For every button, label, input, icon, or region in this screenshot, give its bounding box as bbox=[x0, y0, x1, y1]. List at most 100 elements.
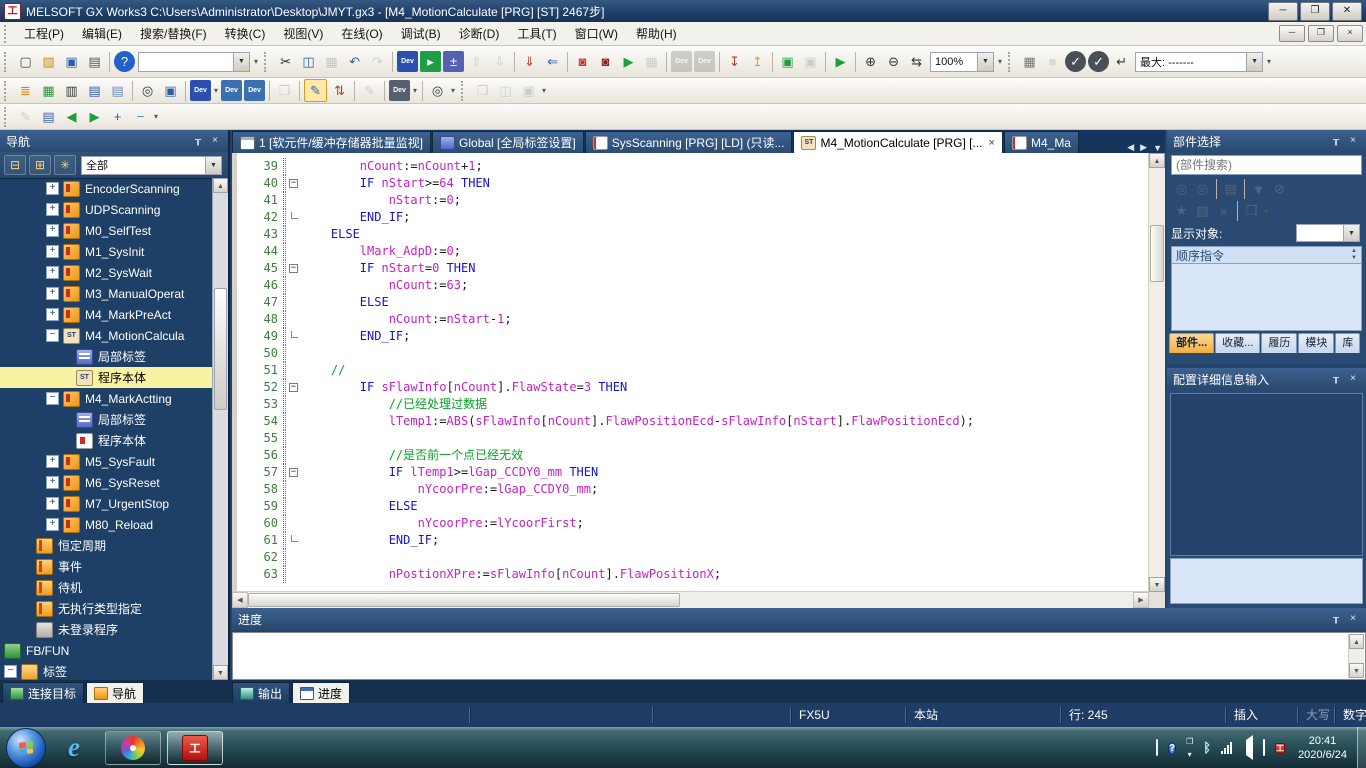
minimize-button[interactable]: ─ bbox=[1268, 2, 1298, 21]
toolbar-overflow-icon[interactable]: ▾ bbox=[413, 86, 417, 95]
fold-collapse-icon[interactable]: − bbox=[289, 383, 298, 392]
tree-item-[interactable]: 程序本体 bbox=[0, 430, 213, 451]
collapse-box-icon[interactable]: − bbox=[4, 665, 17, 678]
tree-item-m1_sysinit[interactable]: +M1_SysInit bbox=[0, 241, 213, 262]
dropdown-arrow-icon[interactable]: ▼ bbox=[233, 53, 249, 71]
scroll-left-icon[interactable]: ◀ bbox=[232, 592, 248, 608]
cross-reference-icon[interactable]: ◎ bbox=[137, 80, 158, 101]
module-configuration-icon[interactable]: ▦ bbox=[38, 80, 59, 101]
expand-box-icon[interactable]: + bbox=[46, 182, 59, 195]
zoom-fit-icon[interactable]: ⇆ bbox=[906, 51, 927, 72]
program-check-icon[interactable]: ▦ bbox=[1019, 51, 1040, 72]
zoom-in-icon[interactable]: ⊕ bbox=[860, 51, 881, 72]
tab-scroll-left-icon[interactable]: ◀ bbox=[1127, 142, 1134, 153]
expand-box-icon[interactable]: + bbox=[46, 455, 59, 468]
expand-box-icon[interactable]: + bbox=[46, 245, 59, 258]
dropdown-arrow-icon[interactable]: ▼ bbox=[1343, 225, 1359, 241]
tree-item-[interactable]: 未登录程序 bbox=[0, 619, 213, 640]
code-line-50[interactable]: 50 bbox=[232, 345, 1149, 362]
input-method-icon[interactable] bbox=[1156, 741, 1158, 754]
close-button[interactable]: ✕ bbox=[1332, 2, 1362, 21]
editor-tab[interactable]: M4_Ma bbox=[1004, 131, 1079, 153]
code-line-63[interactable]: 63nPostionXPre:=sFlawInfo[nCount].FlawPo… bbox=[232, 566, 1149, 583]
zoom-out-icon[interactable]: ⊖ bbox=[883, 51, 904, 72]
editor-horizontal-scrollbar[interactable]: ◀ ▶ bbox=[232, 591, 1149, 608]
menu-d[interactable]: 诊断(D) bbox=[450, 21, 509, 46]
toolbar-overflow-icon[interactable]: ▾ bbox=[1267, 57, 1271, 66]
tree-item-[interactable]: 待机 bbox=[0, 577, 213, 598]
device-search-icon[interactable]: ◎ bbox=[427, 80, 448, 101]
bluetooth-icon[interactable]: ᛒ bbox=[1203, 741, 1211, 754]
code-line-42[interactable]: 42END_IF; bbox=[232, 209, 1149, 226]
gx-tray-icon[interactable]: 工 bbox=[1275, 740, 1285, 756]
mdi-minimize-button[interactable]: ─ bbox=[1279, 25, 1305, 42]
tree-item-[interactable]: −标签 bbox=[0, 661, 213, 680]
close-icon[interactable]: × bbox=[1346, 612, 1360, 626]
menu-v[interactable]: 视图(V) bbox=[274, 21, 332, 46]
tree-item-m80_reload[interactable]: +M80_Reload bbox=[0, 514, 213, 535]
toolbar-grip[interactable] bbox=[264, 52, 270, 72]
device-batch-monitor-icon[interactable]: Dev bbox=[397, 51, 418, 72]
tree-item-m6_sysreset[interactable]: +M6_SysReset bbox=[0, 472, 213, 493]
convert-check-all-icon[interactable]: ✓ bbox=[1088, 51, 1109, 72]
menu-t[interactable]: 工具(T) bbox=[508, 21, 565, 46]
parts-tab-履历[interactable]: 履历 bbox=[1261, 333, 1297, 353]
menu-f[interactable]: 搜索/替换(F) bbox=[131, 21, 216, 46]
convert-check-icon[interactable]: ✓ bbox=[1065, 51, 1086, 72]
toolbar-grip[interactable] bbox=[461, 81, 467, 101]
convert-enter-icon[interactable]: ↵ bbox=[1111, 51, 1132, 72]
dock-tab-out[interactable]: 输出 bbox=[232, 682, 290, 703]
close-icon[interactable]: × bbox=[1346, 372, 1360, 386]
element-list-header[interactable]: 顺序指令 ▲▼ bbox=[1171, 246, 1362, 264]
element-list[interactable] bbox=[1171, 264, 1362, 331]
menu-b[interactable]: 调试(B) bbox=[392, 21, 450, 46]
taskbar-clock[interactable]: 20:41 2020/6/24 bbox=[1298, 734, 1347, 762]
editor-vertical-scrollbar[interactable]: ▲ ▼ bbox=[1148, 153, 1165, 592]
write-to-plc-icon[interactable]: ⇓ bbox=[519, 51, 540, 72]
config-detail-input[interactable] bbox=[1170, 558, 1363, 604]
code-line-48[interactable]: 48nCount:=nStart-1; bbox=[232, 311, 1149, 328]
nav-scroll-thumb[interactable] bbox=[214, 288, 227, 410]
toolbar-overflow-icon[interactable]: ▾ bbox=[214, 86, 218, 95]
parts-tab-收藏[interactable]: 收藏... bbox=[1215, 333, 1260, 353]
toolbar-grip[interactable] bbox=[1008, 52, 1014, 72]
scroll-down-icon[interactable]: ▼ bbox=[213, 665, 228, 680]
scroll-up-icon[interactable]: ▲ bbox=[1349, 634, 1364, 649]
maximize-button[interactable]: ❐ bbox=[1300, 2, 1330, 21]
menu-e[interactable]: 编辑(E) bbox=[73, 21, 131, 46]
tree-collapse-icon[interactable]: ⊟ bbox=[4, 155, 26, 175]
tray-expand-icon[interactable]: ❐▾ bbox=[1186, 735, 1193, 761]
tree-item-m0_selftest[interactable]: +M0_SelfTest bbox=[0, 220, 213, 241]
code-line-53[interactable]: 53//已经处理过数据 bbox=[232, 396, 1149, 413]
menu-p[interactable]: 工程(P) bbox=[15, 21, 73, 46]
close-icon[interactable]: × bbox=[1346, 134, 1360, 148]
toolbar-overflow-icon[interactable]: ▾ bbox=[451, 86, 455, 95]
expand-box-icon[interactable]: + bbox=[46, 224, 59, 237]
editor-tab[interactable]: STM4_MotionCalculate [PRG] [...× bbox=[793, 131, 1003, 153]
scroll-right-icon[interactable]: ▶ bbox=[1133, 592, 1149, 608]
help-tray-icon[interactable]: ? bbox=[1168, 740, 1176, 756]
editor-tab[interactable]: Global [全局标签设置] bbox=[432, 131, 584, 153]
simulation-start-icon[interactable]: ▶ bbox=[830, 51, 851, 72]
doc-download-icon[interactable]: ↧ bbox=[724, 51, 745, 72]
action-center-icon[interactable] bbox=[1263, 741, 1265, 754]
expand-box-icon[interactable]: + bbox=[46, 476, 59, 489]
fold-collapse-icon[interactable]: − bbox=[289, 179, 298, 188]
parts-tab-库[interactable]: 库 bbox=[1335, 333, 1360, 353]
volume-icon[interactable] bbox=[1246, 741, 1253, 754]
max-combo[interactable]: 最大: -------▼ bbox=[1135, 52, 1263, 72]
tree-item-fbfun[interactable]: FB/FUN bbox=[0, 640, 213, 661]
pin-icon[interactable]: ┰ bbox=[191, 134, 205, 148]
tab-list-dropdown-icon[interactable]: ▼ bbox=[1153, 143, 1162, 153]
menu-c[interactable]: 转换(C) bbox=[216, 21, 275, 46]
scroll-up-icon[interactable]: ▲ bbox=[213, 178, 228, 193]
tree-item-m4_markpreact[interactable]: +M4_MarkPreAct bbox=[0, 304, 213, 325]
doc-settings-icon[interactable]: ▤ bbox=[38, 106, 59, 127]
device-grid-icon[interactable]: Dev bbox=[244, 80, 265, 101]
device-display-icon[interactable]: Dev bbox=[389, 80, 410, 101]
delete-plc-data-icon[interactable]: ◙ bbox=[595, 51, 616, 72]
scroll-up-icon[interactable]: ▲ bbox=[1149, 153, 1165, 168]
fold-collapse-icon[interactable]: − bbox=[289, 468, 298, 477]
editor-tab[interactable]: SysScanning [PRG] [LD] (只读... bbox=[585, 131, 793, 153]
dropdown-arrow-icon[interactable]: ▼ bbox=[977, 53, 993, 71]
